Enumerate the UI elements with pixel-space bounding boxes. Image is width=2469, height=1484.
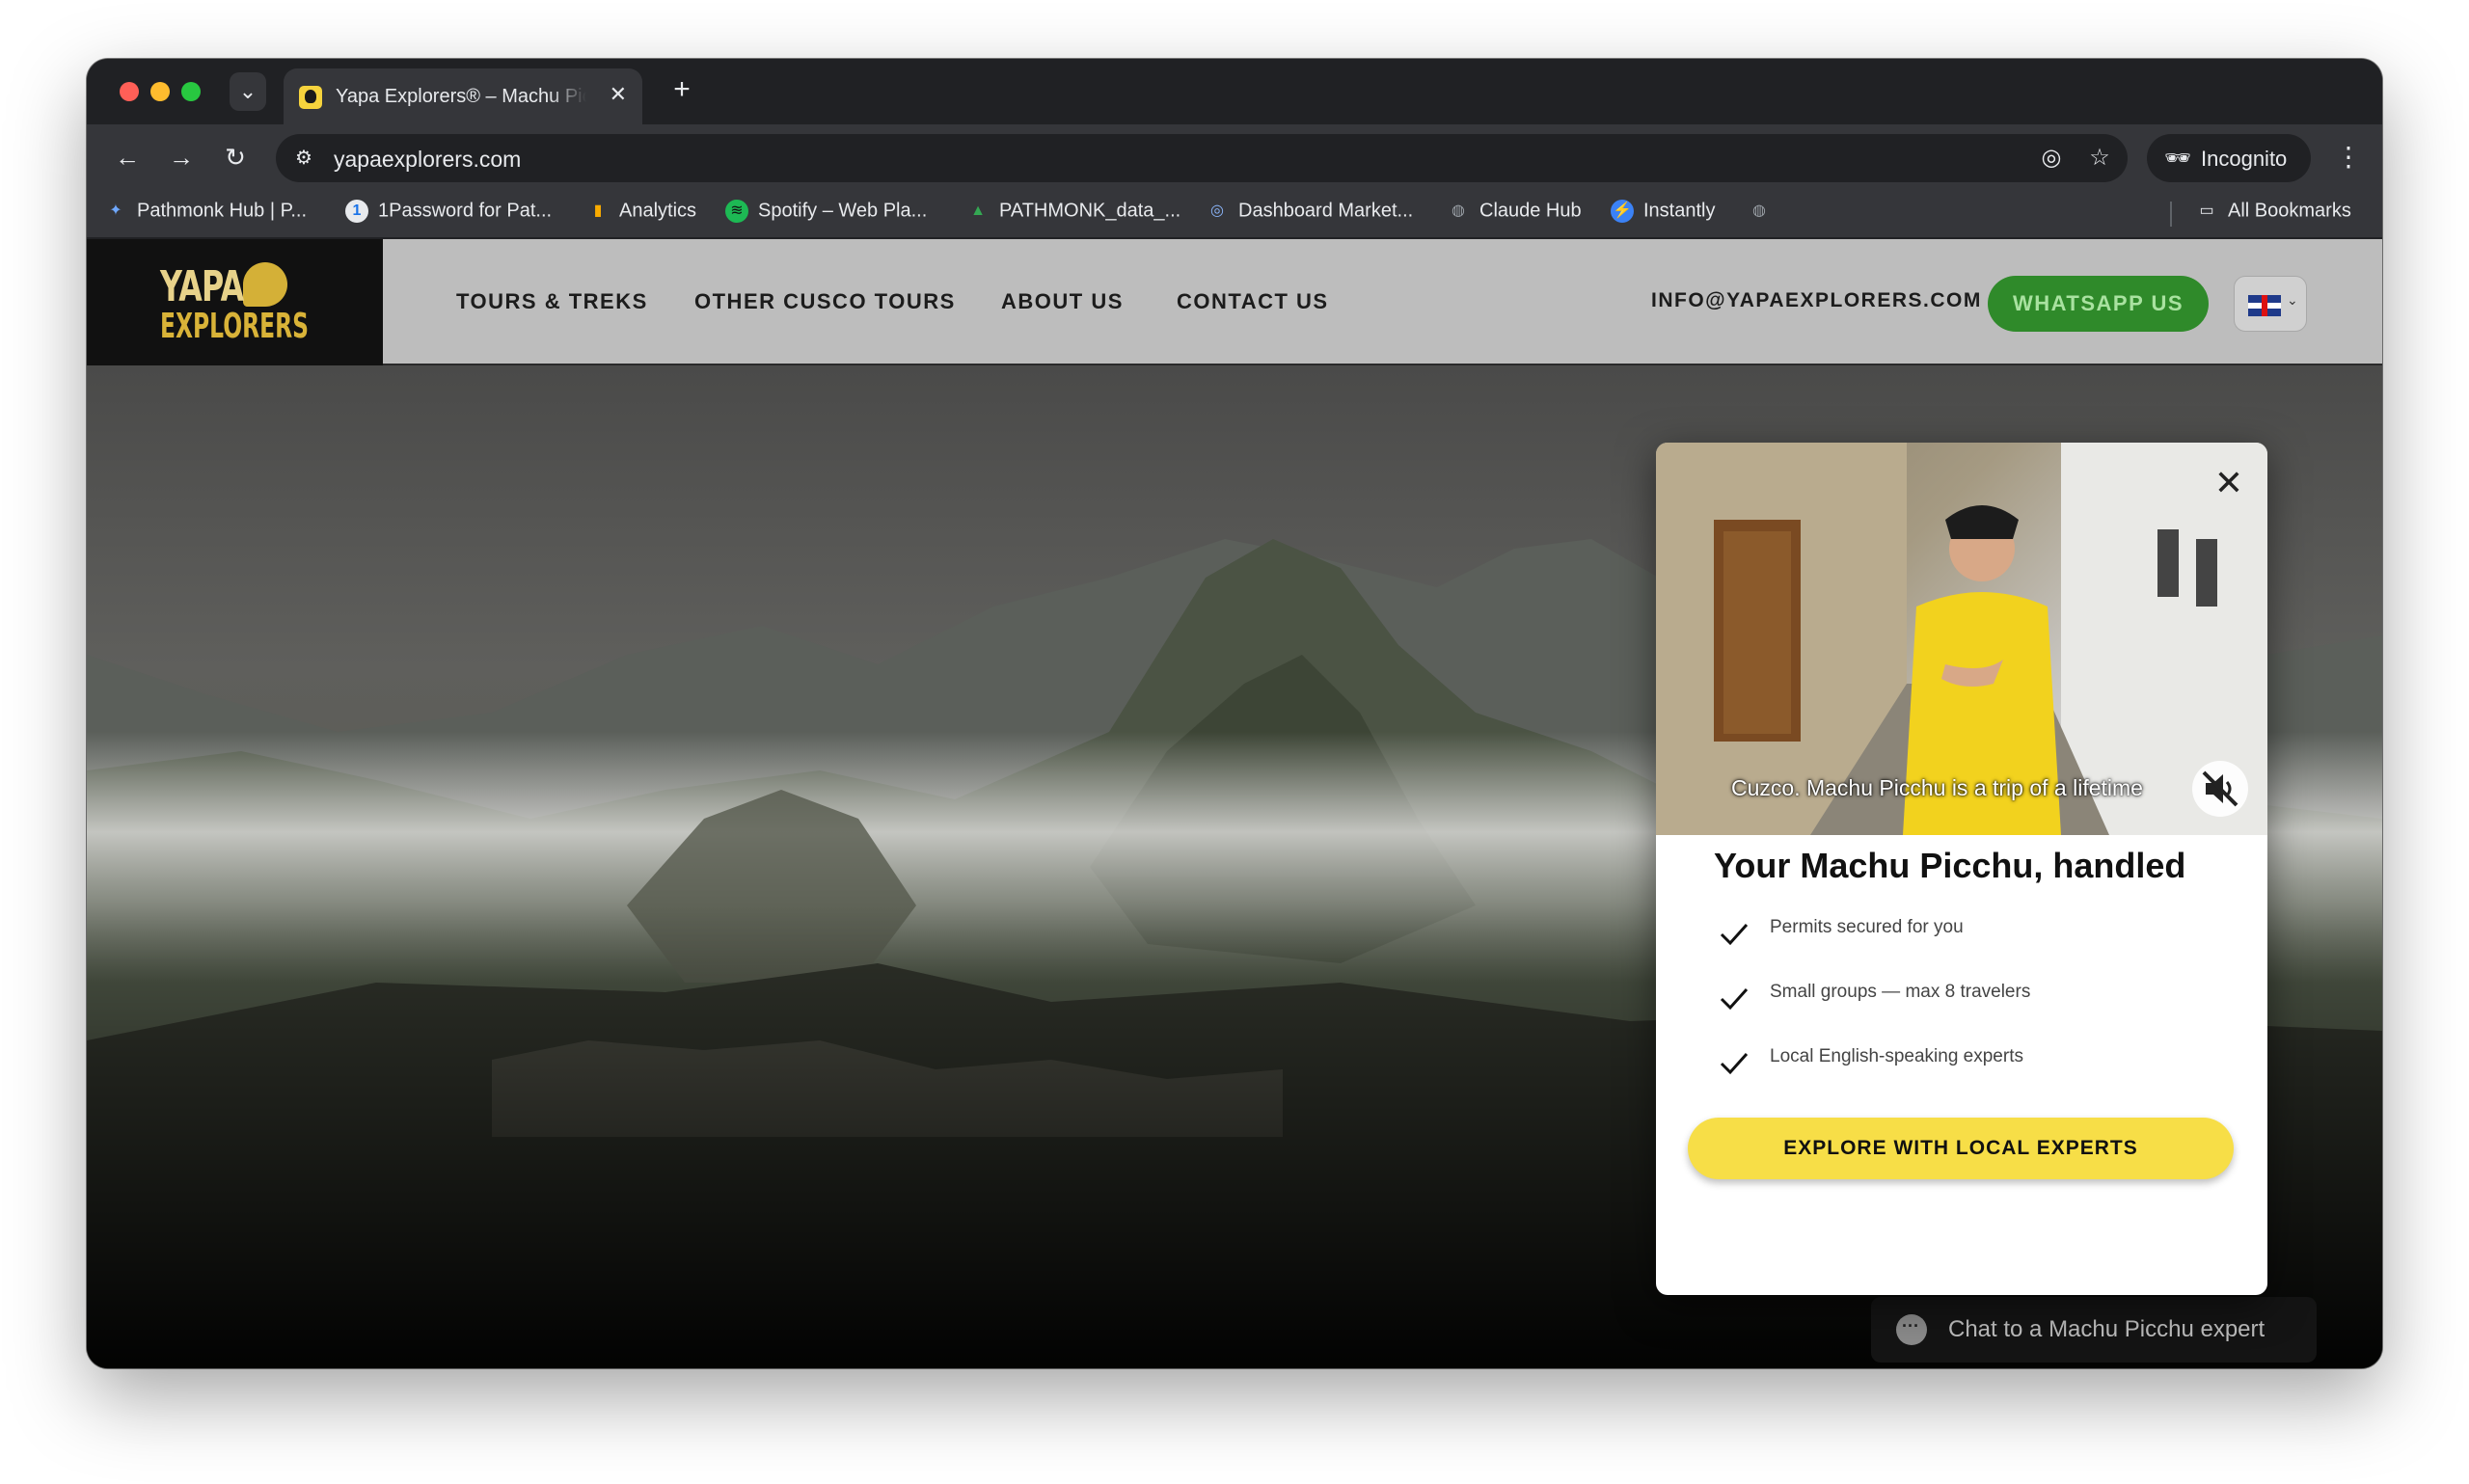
browser-toolbar: ← → ↻ ⚙ yapaexplorers.com ◎ ☆ 🕶 Incognit… [87,124,2382,190]
benefit-item: Local English-speaking experts [1718,1042,2219,1081]
tab-active[interactable]: Yapa Explorers® – Machu Picchu ✕ [284,68,642,124]
close-window-button[interactable] [120,82,139,101]
site-header: YAPA EXPLORERS TOURS & TREKS OTHER CUSCO… [87,239,2382,365]
whatsapp-button[interactable]: WHATSAPP US [1988,276,2209,332]
globe-icon: ◍ [1452,202,1465,219]
logo-text-top: YAPA [160,262,244,311]
bookmark-item[interactable]: ▲ PATHMONK_data_... [966,200,1180,229]
bookmark-item[interactable]: ▮ Analytics [586,200,696,229]
bookmark-star-icon[interactable]: ☆ [2085,144,2114,173]
nav-about-us[interactable]: ABOUT US [1001,289,1124,314]
maximize-window-button[interactable] [181,82,201,101]
mute-speaker-icon[interactable] [2192,761,2248,817]
tab-search-icon[interactable]: ⌄ [230,72,266,111]
logo-text-bottom: EXPLORERS [160,307,310,346]
site-logo[interactable]: YAPA EXPLORERS [87,239,383,365]
bookmarks-divider [2170,202,2172,227]
speaker-off-icon [2202,770,2238,807]
bookmark-item[interactable]: ✦ Pathmonk Hub | P... [104,200,307,229]
bookmarks-bar: ✦ Pathmonk Hub | P... 1 1Password for Pat.… [87,190,2382,238]
benefit-text: Local English-speaking experts [1770,1046,2023,1066]
reload-icon[interactable]: ↻ [216,138,255,176]
minimize-window-button[interactable] [150,82,170,101]
nav-tours-treks[interactable]: TOURS & TREKS [456,289,648,314]
nav-contact-us[interactable]: CONTACT US [1177,289,1329,314]
browser-window: ⌄ Yapa Explorers® – Machu Picchu ✕ + ← →… [87,59,2382,1368]
url-text[interactable]: yapaexplorers.com [334,147,521,173]
popup-close-icon[interactable]: ✕ [2211,466,2246,500]
forward-arrow-icon[interactable]: → [162,138,201,176]
1password-icon: 1 [345,200,368,223]
globe-icon: ◍ [1752,202,1766,219]
address-bar[interactable]: ⚙ yapaexplorers.com ◎ ☆ [276,134,2128,182]
analytics-icon: ▮ [593,202,603,219]
benefit-item: Small groups — max 8 travelers [1718,978,2219,1016]
web-page: YAPA EXPLORERS TOURS & TREKS OTHER CUSCO… [87,239,2382,1368]
bookmark-item[interactable]: ≋ Spotify – Web Pla... [725,200,927,229]
tab-strip: ⌄ Yapa Explorers® – Machu Picchu ✕ + [87,59,2382,124]
checkmark-icon [1720,987,1749,1011]
bookmark-item[interactable]: ◍ [1748,200,1780,229]
site-settings-icon[interactable]: ⚙ [289,144,318,173]
new-tab-button[interactable]: + [664,72,700,109]
incognito-icon: 🕶 [2164,146,2191,170]
chat-widget[interactable]: Chat to a Machu Picchu expert [1871,1297,2317,1363]
logo-mark-icon [243,262,287,307]
bookmark-item[interactable]: 1 1Password for Pat... [345,200,552,229]
nav-other-cusco-tours[interactable]: OTHER CUSCO TOURS [694,289,956,314]
google-drive-icon: ▲ [970,202,986,219]
language-selector[interactable]: ⌄ [2234,276,2307,332]
tab-close-icon[interactable]: ✕ [610,82,627,107]
yapa-favicon-icon [299,86,322,109]
contact-email-link[interactable]: INFO@YAPAEXPLORERS.COM [1651,289,1982,312]
benefit-text: Permits secured for you [1770,917,1964,937]
instantly-icon: ⚡ [1611,200,1634,223]
incognito-label: Incognito [2201,147,2288,171]
chevron-down-icon: ⌄ [2287,292,2298,308]
dashboard-icon: ◎ [1210,202,1224,219]
chat-bubble-icon [1896,1314,1927,1345]
explore-local-experts-button[interactable]: EXPLORE WITH LOCAL EXPERTS [1688,1118,2234,1179]
benefit-text: Small groups — max 8 travelers [1770,982,2031,1002]
bookmark-item[interactable]: ◍ Claude Hub [1447,200,1582,229]
checkmark-icon [1720,923,1749,946]
tab-title: Yapa Explorers® – Machu Picchu [336,86,586,107]
uk-flag-icon [2248,295,2281,316]
chat-label: Chat to a Machu Picchu expert [1948,1316,2266,1342]
incognito-badge[interactable]: 🕶 Incognito [2147,134,2311,182]
pathmonk-icon: ✦ [109,202,122,219]
bookmark-item[interactable]: ◎ Dashboard Market... [1206,200,1413,229]
popup-title: Your Machu Picchu, handled [1714,846,2186,885]
benefit-item: Permits secured for you [1718,913,2219,952]
video-caption: Cuzco. Machu Picchu is a trip of a lifet… [1731,775,2143,800]
bookmark-item[interactable]: ⚡ Instantly [1611,200,1715,229]
all-bookmarks-button[interactable]: ▭ All Bookmarks [2195,200,2350,229]
checkmark-icon [1720,1052,1749,1075]
back-arrow-icon[interactable]: ← [108,138,147,176]
spotify-icon: ≋ [725,200,748,223]
folder-icon: ▭ [2199,202,2214,219]
browser-menu-icon[interactable]: ⋮ [2334,138,2363,176]
promo-popup: ✕ Cuzco. Machu Picchu is a trip of a lif… [1656,443,2267,1295]
eye-off-icon[interactable]: ◎ [2037,144,2066,173]
promo-video[interactable]: ✕ Cuzco. Machu Picchu is a trip of a lif… [1656,443,2267,835]
